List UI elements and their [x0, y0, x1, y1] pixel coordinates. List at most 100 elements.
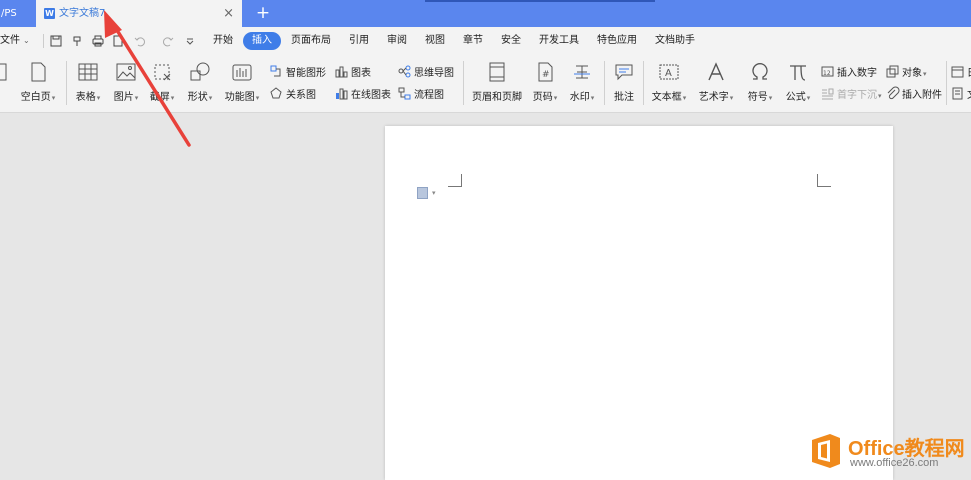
symbol-button[interactable]: 符号▾: [744, 62, 776, 103]
comment-button[interactable]: 批注: [609, 62, 639, 103]
tab-section[interactable]: 章节: [455, 32, 491, 50]
picture-button[interactable]: 图片▾: [110, 62, 142, 103]
mind-map-icon: [398, 65, 411, 78]
paperclip-icon: [887, 86, 900, 100]
title-bar: /PS W 文字文稿7 × +: [0, 0, 971, 27]
online-chart-icon: [336, 88, 348, 100]
textbox-label: 文本框: [651, 92, 682, 103]
object-icon: [886, 65, 899, 78]
tab-special-apps[interactable]: 特色应用: [589, 32, 645, 50]
screenshot-label: 截屏: [149, 92, 170, 103]
title-drop-bar: [425, 0, 655, 2]
document-tab-label: 文字文稿7: [59, 8, 106, 19]
table-label: 表格: [75, 92, 96, 103]
header-footer-label: 页眉和页脚: [472, 92, 522, 103]
tab-doc-assistant[interactable]: 文档助手: [647, 32, 703, 50]
wps-home-tab[interactable]: /PS: [0, 0, 37, 27]
formula-button[interactable]: 公式▾: [782, 62, 814, 103]
shape-button[interactable]: 形状▾: [184, 62, 216, 103]
file-menu[interactable]: 文件 ⌄: [0, 27, 30, 55]
tab-references[interactable]: 引用: [341, 32, 377, 50]
insert-number-button[interactable]: 12 插入数字: [821, 65, 877, 79]
tab-review[interactable]: 审阅: [379, 32, 415, 50]
mind-map-label: 思维导图: [414, 68, 454, 79]
new-tab-button[interactable]: +: [255, 2, 271, 24]
tab-insert[interactable]: 插入: [243, 32, 281, 50]
svg-text:#: #: [542, 70, 550, 80]
tab-security[interactable]: 安全: [493, 32, 529, 50]
insert-attachment-button[interactable]: 插入附件: [886, 86, 942, 101]
undo-icon[interactable]: [134, 35, 146, 47]
paragraph-layout-icon[interactable]: [417, 187, 428, 199]
divider: [463, 61, 464, 105]
margin-corner-top-left: [448, 174, 462, 187]
tab-page-layout[interactable]: 页面布局: [283, 32, 339, 50]
mind-map-button[interactable]: 思维导图: [398, 65, 454, 79]
online-chart-button[interactable]: 在线图表: [335, 87, 391, 101]
calendar-icon: [951, 66, 964, 78]
close-tab-icon[interactable]: ×: [223, 0, 234, 27]
page-number-button[interactable]: # 页码▾: [529, 62, 561, 103]
file-menu-label: 文件: [0, 35, 20, 46]
page-number-icon: #: [538, 62, 553, 82]
drop-cap-label: 首字下沉: [837, 90, 877, 101]
tab-view[interactable]: 视图: [417, 32, 453, 50]
function-chart-label: 功能图: [224, 92, 255, 103]
menu-bar: 文件 ⌄ 开始 插入 页面布局 引用 审阅 视图 章节 安全 开发工具 特色应用 …: [0, 27, 971, 55]
object-button[interactable]: 对象▾: [886, 65, 927, 79]
site-watermark: Office教程网 www.office26.com: [808, 430, 968, 474]
screenshot-icon: [154, 64, 171, 81]
tab-developer[interactable]: 开发工具: [531, 32, 587, 50]
cover-page-button[interactable]: [0, 62, 8, 82]
tab-home[interactable]: 开始: [205, 32, 241, 50]
customize-toolbar-icon[interactable]: [184, 35, 196, 47]
screenshot-button[interactable]: 截屏▾: [146, 62, 178, 103]
watermark-url: www.office26.com: [850, 457, 939, 469]
document-page[interactable]: ▾: [385, 126, 893, 480]
svg-text:12: 12: [823, 70, 831, 77]
blank-page-button[interactable]: 空白页▾: [18, 62, 58, 103]
function-chart-button[interactable]: 功能图▾: [222, 62, 262, 103]
smart-graphic-button[interactable]: 智能图形: [270, 65, 326, 79]
ribbon-tabs: 开始 插入 页面布局 引用 审阅 视图 章节 安全 开发工具 特色应用 文档助手: [205, 27, 705, 55]
page-number-label: 页码: [532, 92, 553, 103]
margin-corner-top-right: [817, 174, 831, 187]
redo-icon[interactable]: [162, 35, 174, 47]
watermark-button[interactable]: 水印▾: [566, 62, 598, 103]
picture-label: 图片: [113, 92, 134, 103]
document-parts-label: 文: [967, 90, 971, 101]
insert-ribbon: 空白页▾ 表格▾ 图片▾ 截屏▾ 形状▾ 功能图▾ 智能图形 图表 思维导图 关…: [0, 55, 971, 113]
drop-cap-button[interactable]: 首字下沉▾: [821, 87, 882, 101]
divider: [643, 61, 644, 105]
picture-icon: [116, 63, 136, 81]
format-painter-icon[interactable]: [72, 35, 84, 47]
function-chart-icon: [232, 64, 252, 81]
wordart-button[interactable]: 艺术字▾: [696, 62, 736, 103]
symbol-label: 符号: [747, 92, 768, 103]
save-icon[interactable]: [50, 35, 62, 47]
watermark-icon: [574, 65, 590, 79]
chart-label: 图表: [351, 68, 371, 79]
print-preview-icon[interactable]: [112, 35, 124, 47]
header-footer-icon: [489, 62, 505, 82]
print-icon[interactable]: [92, 35, 104, 47]
pi-formula-icon: [790, 65, 806, 81]
insert-number-icon: 12: [821, 66, 834, 77]
shapes-icon: [190, 62, 210, 81]
document-tab[interactable]: W 文字文稿7 ×: [36, 0, 242, 27]
chart-button[interactable]: 图表: [335, 65, 371, 79]
date-button[interactable]: 日: [951, 65, 971, 79]
blank-page-label: 空白页: [20, 92, 51, 103]
header-footer-button[interactable]: 页眉和页脚: [470, 62, 524, 103]
wordart-label: 艺术字: [698, 92, 729, 103]
smart-graphic-icon: [270, 65, 281, 77]
flowchart-button[interactable]: 流程图: [398, 87, 444, 101]
textbox-button[interactable]: A 文本框▾: [649, 62, 689, 103]
relation-chart-button[interactable]: 关系图: [270, 87, 316, 101]
document-parts-button[interactable]: 文: [951, 87, 971, 101]
table-button[interactable]: 表格▾: [72, 62, 104, 103]
flowchart-label: 流程图: [414, 90, 444, 101]
chevron-down-icon[interactable]: ▾: [432, 189, 436, 197]
divider: [66, 61, 67, 105]
online-chart-label: 在线图表: [351, 90, 391, 101]
